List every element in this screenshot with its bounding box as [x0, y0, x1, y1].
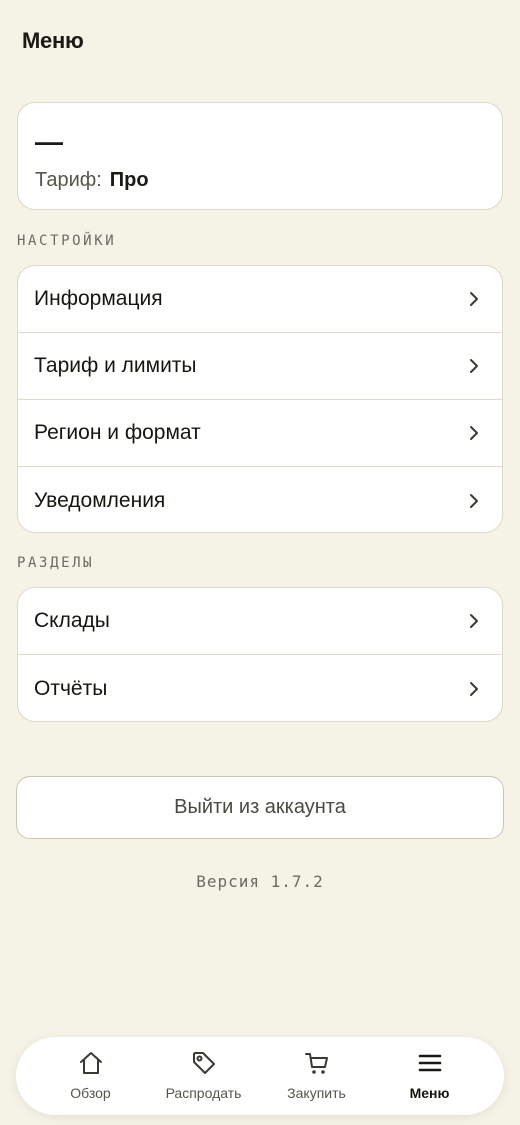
chevron-right-icon [470, 493, 478, 508]
menu-item-warehouses[interactable]: Склады [18, 588, 502, 655]
menu-item-label: Регион и формат [34, 421, 201, 444]
tab-label: Распродать [165, 1085, 242, 1101]
menu-item-information[interactable]: Информация [18, 266, 502, 333]
tab-label: Меню [409, 1085, 450, 1101]
chevron-right-icon [470, 614, 478, 628]
chevron-right-icon [470, 426, 478, 440]
logout-button[interactable]: Выйти из аккаунта [16, 776, 504, 839]
sections-card: Склады Отчёты [17, 587, 503, 722]
chevron-right-icon [470, 292, 478, 306]
tag-icon [192, 1052, 215, 1074]
menu-screen: Меню — Тариф: Про НАСТРОЙКИ Информация Та… [0, 0, 520, 1125]
bottom-tab-bar: Обзор Распродать Закупить Меню [16, 1037, 504, 1115]
menu-item-reports[interactable]: Отчёты [18, 655, 502, 721]
home-icon [79, 1052, 102, 1074]
menu-item-label: Уведомления [34, 488, 166, 512]
menu-item-label: Информация [34, 287, 163, 310]
chevron-right-icon [470, 681, 478, 696]
plan-row: Тариф: Про [35, 169, 149, 192]
page-title: Меню [22, 28, 84, 53]
sections-section-label: РАЗДЕЛЫ [17, 555, 95, 571]
menu-item-label: Отчёты [34, 676, 108, 700]
version-label: Версия 1.7.2 [196, 872, 324, 891]
menu-item-region-format[interactable]: Регион и формат [18, 400, 502, 467]
plan-label: Тариф: [35, 169, 102, 191]
tab-purchase[interactable]: Закупить [262, 1044, 372, 1108]
plan-value: Про [109, 169, 149, 191]
tab-label: Закупить [287, 1085, 346, 1101]
tab-label: Обзор [70, 1085, 111, 1101]
tab-sell-off[interactable]: Распродать [149, 1044, 259, 1108]
cart-icon [304, 1053, 328, 1074]
profile-card: — Тариф: Про [17, 102, 503, 210]
chevron-right-icon [470, 359, 478, 373]
menu-icon [418, 1054, 441, 1072]
settings-card: Информация Тариф и лимиты Регион и форма… [17, 265, 503, 533]
menu-item-notifications[interactable]: Уведомления [18, 467, 502, 532]
profile-name: — [35, 126, 63, 157]
menu-item-label: Тариф и лимиты [34, 354, 197, 377]
menu-item-plan-limits[interactable]: Тариф и лимиты [18, 333, 502, 400]
tab-menu[interactable]: Меню [375, 1044, 485, 1108]
menu-item-label: Склады [34, 609, 110, 632]
settings-section-label: НАСТРОЙКИ [17, 233, 117, 249]
tab-overview[interactable]: Обзор [36, 1044, 146, 1108]
